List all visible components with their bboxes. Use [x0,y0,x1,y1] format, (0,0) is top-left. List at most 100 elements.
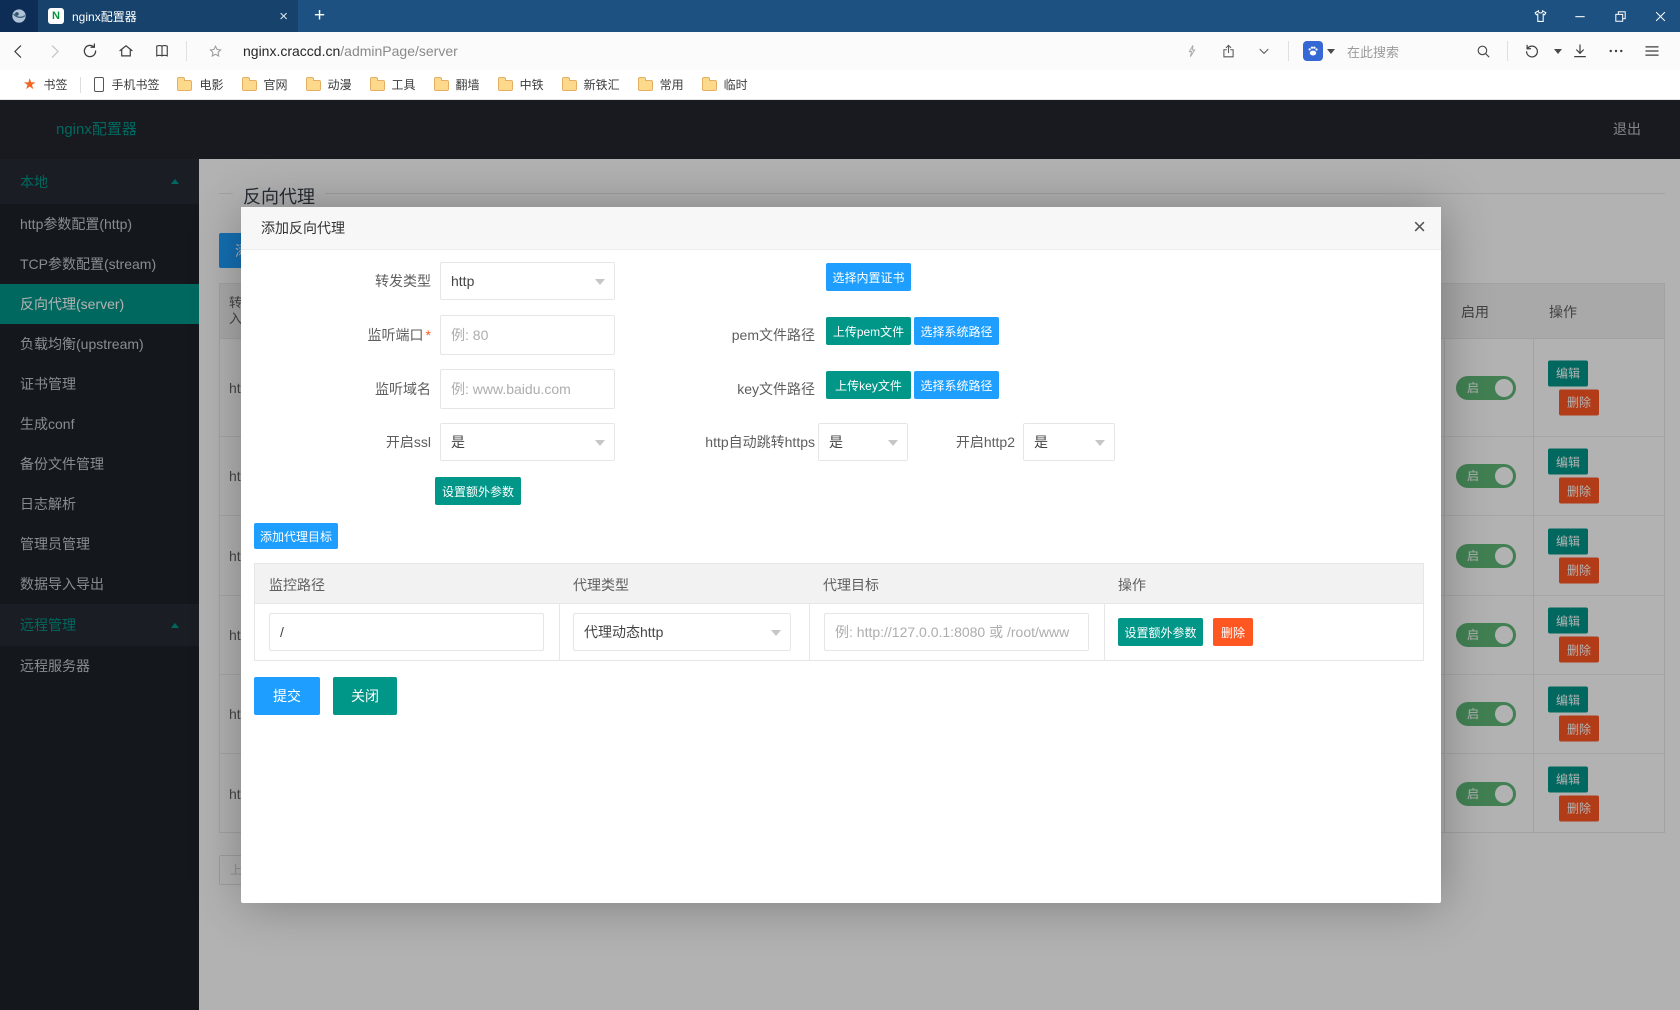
search-icon[interactable] [1465,32,1501,70]
bookmark-folder[interactable]: 中铁 [489,70,553,100]
key-path-label: key文件路径 [625,369,815,409]
bookmarks-bar: ★ 书签 手机书签 电影 官网 动漫 工具 翻墙 中铁 新铁汇 常用 临时 [0,70,1680,100]
listen-port-label: 监听端口* [241,315,431,355]
ssl-label: 开启ssl [241,423,431,461]
reading-list-icon[interactable] [144,32,180,70]
bookmark-folder[interactable]: 官网 [233,70,297,100]
favorite-star-icon[interactable] [197,32,233,70]
http2-value: 是 [1034,434,1048,450]
bookmark-label: 工具 [392,76,416,93]
toolbar-divider [186,41,187,61]
forward-type-select[interactable]: http [440,262,615,300]
ssl-select[interactable]: 是 [440,423,615,461]
folder-icon [562,80,577,91]
url-domain: nginx.craccd.cn [243,43,340,59]
bookmark-folder[interactable]: 动漫 [297,70,361,100]
folder-icon [702,80,717,91]
column-header-path: 监控路径 [269,575,325,595]
search-input[interactable]: 在此搜索 [1347,42,1465,61]
window-controls [1520,0,1680,32]
close-window-button[interactable] [1640,0,1680,32]
forward-icon[interactable] [36,32,72,70]
upload-pem-button[interactable]: 上传pem文件 [826,317,911,345]
bookmark-label: 电影 [199,76,223,93]
row-extra-params-button[interactable]: 设置额外参数 [1118,618,1203,646]
bookmark-label: 翻墙 [456,76,480,93]
menu-hamburger-icon[interactable] [1634,32,1670,70]
add-reverse-proxy-modal: 添加反向代理 × 转发类型 http 选择内置证书 监听端口* pem文件路径 … [241,207,1441,903]
forward-type-value: http [451,273,474,289]
bookmark-label: 官网 [264,76,288,93]
redirect-https-value: 是 [829,434,843,450]
back-icon[interactable] [0,32,36,70]
browser-titlebar: N nginx配置器 × + [0,0,1680,32]
proxy-target-table: 监控路径 代理类型 代理目标 操作 代理动态http 设置额外参数 删除 [254,563,1424,661]
bookmark-folder[interactable]: 工具 [361,70,425,100]
select-caret-icon [1095,440,1105,451]
listen-domain-label: 监听域名 [241,369,431,409]
minimize-button[interactable] [1560,0,1600,32]
monitor-path-input[interactable] [269,613,544,651]
toolbar-divider [1288,41,1289,61]
bookmark-folder[interactable]: 常用 [629,70,693,100]
key-syspath-button[interactable]: 选择系统路径 [914,371,999,399]
column-header-type: 代理类型 [573,575,629,595]
select-caret-icon [595,440,605,451]
browser-logo-icon[interactable] [0,0,38,32]
refresh-icon[interactable] [72,32,108,70]
bookmark-label: 手机书签 [111,76,159,93]
new-tab-button[interactable]: + [314,5,325,27]
address-bar[interactable]: nginx.craccd.cn/adminPage/server [243,43,458,59]
bookmark-label: 新铁汇 [584,76,620,93]
undo-caret-icon[interactable] [1554,49,1562,58]
folder-icon [370,80,385,91]
download-icon[interactable] [1562,32,1598,70]
folder-icon [434,80,449,91]
search-engine-caret-icon[interactable] [1327,49,1335,58]
restore-button[interactable] [1600,0,1640,32]
bookmark-label: 书签 [43,76,67,93]
bookmark-folder[interactable]: 电影 [168,70,232,100]
modal-close-icon[interactable]: × [1413,215,1426,239]
row-delete-button[interactable]: 删除 [1213,618,1253,646]
url-path: /adminPage/server [340,43,458,59]
http2-select[interactable]: 是 [1023,423,1115,461]
baidu-search-engine-icon[interactable] [1303,41,1323,61]
redirect-https-label: http自动跳转https [625,423,815,461]
add-proxy-target-button[interactable]: 添加代理目标 [254,523,338,549]
browser-tab[interactable]: N nginx配置器 × [38,0,298,32]
bookmark-label: 常用 [660,76,684,93]
proxy-type-select[interactable]: 代理动态http [573,613,791,651]
home-icon[interactable] [108,32,144,70]
phone-icon [94,77,104,92]
bookmarks-divider [80,77,81,93]
share-icon[interactable] [1210,32,1246,70]
listen-domain-input[interactable] [440,369,615,409]
proxy-type-value: 代理动态http [584,624,663,640]
bookmark-mobile[interactable]: 手机书签 [85,70,168,100]
pem-path-label: pem文件路径 [625,315,815,355]
builtin-cert-button[interactable]: 选择内置证书 [826,263,911,291]
modal-header: 添加反向代理 × [241,207,1441,250]
modal-title: 添加反向代理 [261,220,345,236]
submit-button[interactable]: 提交 [254,677,320,715]
theme-shirt-icon[interactable] [1520,0,1560,32]
extra-params-button[interactable]: 设置额外参数 [435,477,521,505]
page-viewport: nginx配置器 退出 本地 http参数配置(http) TCP参数配置(st… [0,100,1680,1010]
ssl-value: 是 [451,434,465,450]
bookmark-folder[interactable]: 新铁汇 [553,70,629,100]
pem-syspath-button[interactable]: 选择系统路径 [914,317,999,345]
listen-port-input[interactable] [440,315,615,355]
undo-icon[interactable] [1514,32,1550,70]
bookmark-star[interactable]: ★ 书签 [14,70,76,100]
flash-icon[interactable] [1174,32,1210,70]
star-icon: ★ [23,77,36,92]
proxy-target-input[interactable] [824,613,1089,651]
chevron-down-icon[interactable] [1246,32,1282,70]
bookmark-folder[interactable]: 翻墙 [425,70,489,100]
upload-key-button[interactable]: 上传key文件 [826,371,911,399]
bookmark-folder[interactable]: 临时 [693,70,757,100]
more-options-icon[interactable] [1598,32,1634,70]
tab-close-icon[interactable]: × [279,9,288,24]
close-button[interactable]: 关闭 [333,677,397,715]
